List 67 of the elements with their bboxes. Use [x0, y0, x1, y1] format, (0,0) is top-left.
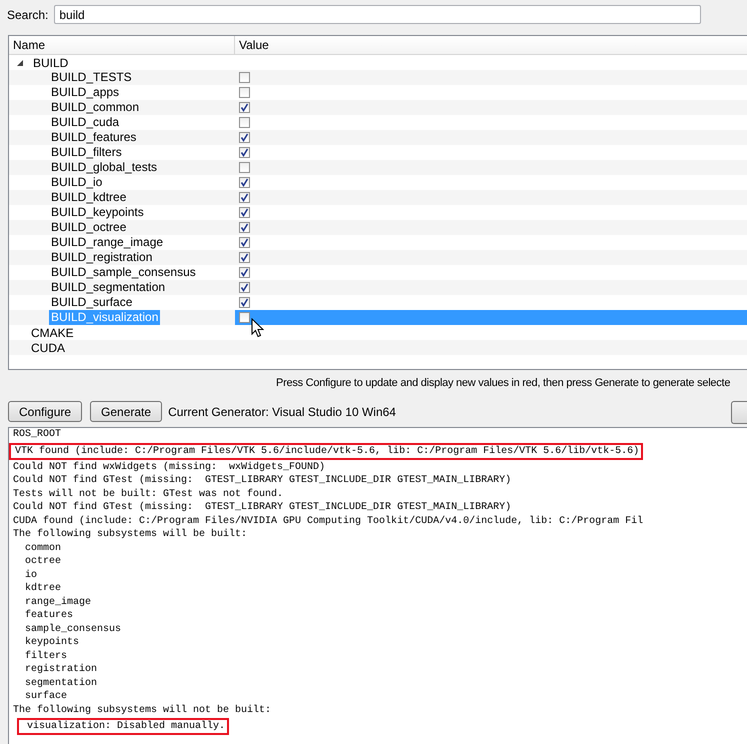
checkbox[interactable] — [239, 312, 250, 323]
cursor-icon — [251, 318, 264, 338]
tree-item[interactable]: BUILD_octree — [49, 220, 128, 235]
search-label: Search: — [7, 8, 48, 22]
checkbox[interactable] — [239, 237, 250, 248]
search-field[interactable]: build — [54, 5, 701, 24]
checkbox[interactable] — [239, 117, 250, 128]
checkbox[interactable] — [239, 207, 250, 218]
column-header[interactable]: Value — [235, 36, 747, 54]
tree-item[interactable]: BUILD_global_tests — [49, 160, 160, 175]
tree-item[interactable]: BUILD_keypoints — [49, 205, 146, 220]
tree-item[interactable]: BUILD_TESTS — [49, 70, 134, 85]
checkbox[interactable] — [239, 72, 250, 83]
checkbox[interactable] — [239, 87, 250, 98]
checkbox[interactable] — [239, 222, 250, 233]
log-line: filters — [24, 650, 68, 663]
checkbox[interactable] — [239, 102, 250, 113]
action-button[interactable]: Configure — [8, 401, 82, 422]
log-line: keypoints — [24, 636, 80, 650]
column-header[interactable]: Name — [9, 36, 235, 54]
tree-item[interactable]: BUILD_registration — [49, 250, 154, 265]
tree-item[interactable]: BUILD_range_image — [49, 235, 166, 250]
checkbox[interactable] — [239, 147, 250, 158]
expand-arrow-icon[interactable] — [15, 58, 25, 68]
log-line: sample_consensus — [24, 622, 122, 636]
hint-text: Press Configure to update and display new values in red, then press Generate to generate selecte — [275, 376, 732, 391]
log-line: Could NOT find wxWidgets (missing: wxWidgets_FOUND) — [12, 460, 326, 474]
log-line: CUDA found (include: C:/Program Files/NVIDIA GPU Computing Toolkit/CUDA/v4.0/include, lib: C:/Program Fil — [12, 514, 644, 528]
tree-item[interactable]: BUILD_surface — [49, 295, 134, 310]
tree-item[interactable]: BUILD — [31, 56, 68, 70]
log-line: The following subsystems will be built: — [12, 528, 248, 542]
tree-item[interactable]: BUILD_sample_consensus — [49, 265, 198, 280]
log-line: common — [24, 542, 62, 555]
log-line: segmentation — [24, 676, 98, 690]
checkbox[interactable] — [239, 297, 250, 308]
checkbox[interactable] — [239, 177, 250, 188]
tree-item[interactable]: BUILD_apps — [49, 85, 122, 100]
generator-label: Current Generator: Visual Studio 10 Win64 — [168, 404, 396, 418]
log-line: registration — [24, 663, 98, 676]
log-line: The following subsystems will not be built: — [12, 704, 272, 717]
log-line: Tests will not be built: GTest was not found. — [12, 488, 284, 501]
checkbox[interactable] — [239, 252, 250, 263]
tree-item[interactable]: CUDA — [9, 340, 66, 354]
tree-item[interactable]: CMAKE — [9, 326, 74, 340]
button[interactable] — [731, 401, 747, 424]
log-line: kdtree — [24, 582, 62, 596]
log-line: surface — [24, 690, 68, 704]
tree-item[interactable]: BUILD_segmentation — [49, 280, 168, 295]
tree-item[interactable]: BUILD_features — [49, 130, 138, 145]
log-line: io — [24, 568, 38, 582]
log-line: ROS_ROOT — [12, 428, 62, 442]
checkbox[interactable] — [239, 192, 250, 203]
tree-item[interactable]: BUILD_cuda — [49, 115, 122, 130]
checkbox[interactable] — [239, 282, 250, 293]
log-line: Could NOT find GTest (missing: GTEST_LIBRARY GTEST_INCLUDE_DIR GTEST_MAIN_LIBRARY) — [12, 474, 512, 488]
action-button[interactable]: Generate — [90, 401, 162, 422]
checkbox[interactable] — [239, 267, 250, 278]
tree-item[interactable]: BUILD_kdtree — [49, 190, 128, 205]
log-line: octree — [24, 555, 62, 568]
checkbox[interactable] — [239, 132, 250, 143]
checkbox[interactable] — [239, 162, 250, 173]
log-line: features — [24, 609, 74, 622]
tree-item[interactable]: BUILD_filters — [49, 145, 124, 160]
tree-item[interactable]: BUILD_common — [49, 100, 142, 115]
tree-item[interactable]: BUILD_io — [49, 175, 104, 190]
log-line: Could NOT find GTest (missing: GTEST_LIBRARY GTEST_INCLUDE_DIR GTEST_MAIN_LIBRARY) — [12, 501, 512, 514]
log-line: range_image — [24, 596, 92, 609]
